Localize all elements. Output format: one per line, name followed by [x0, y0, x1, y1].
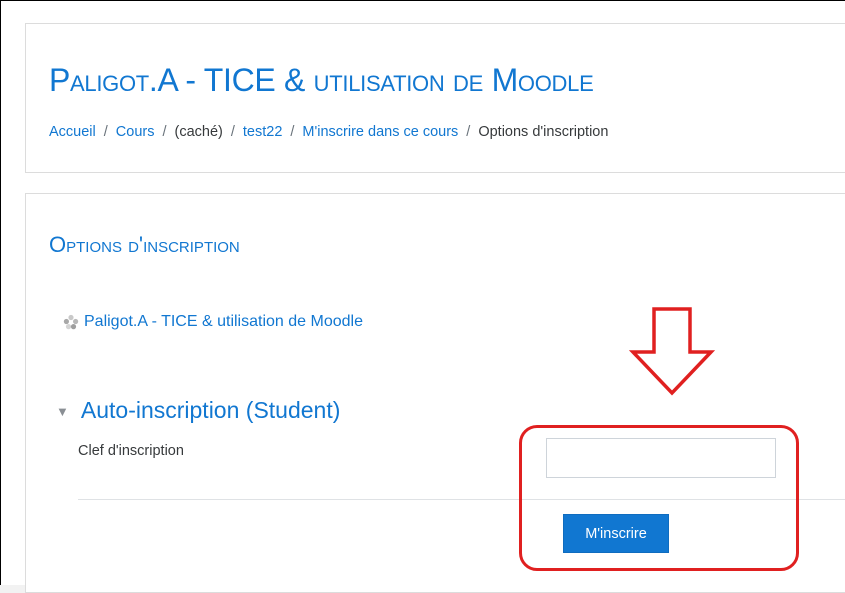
breadcrumb-separator: /: [162, 124, 167, 140]
course-link-label: Paligot.A - TICE & utilisation de Moodle: [84, 313, 363, 330]
section-title: Auto-inscription (Student): [80, 397, 341, 423]
breadcrumb-separator: /: [290, 124, 295, 140]
breadcrumb-item-hidden: (caché): [174, 124, 223, 140]
page-title: Options d'inscription: [49, 232, 240, 257]
breadcrumb-item-cours[interactable]: Cours: [116, 124, 155, 140]
caret-down-icon: ▼: [56, 404, 69, 419]
course-icon: [63, 314, 79, 330]
enrolment-key-label: Clef d'inscription: [78, 443, 184, 459]
breadcrumb-item-enrol[interactable]: M'inscrire dans ce cours: [302, 124, 458, 140]
breadcrumb-separator: /: [230, 124, 235, 140]
highlight-box: [519, 425, 799, 571]
section-toggle[interactable]: ▼ Auto-inscription (Student): [56, 397, 340, 424]
breadcrumb-item-current: Options d'inscription: [478, 124, 609, 140]
down-arrow-icon: [629, 307, 715, 396]
breadcrumb-separator: /: [466, 124, 471, 140]
page-header: Paligot.A - TICE & utilisation de Moodle…: [25, 23, 845, 173]
breadcrumb: Accueil / Cours / (caché) / test22 / M'inscrire …: [49, 124, 608, 140]
breadcrumb-item-test22[interactable]: test22: [243, 124, 283, 140]
page-frame: Paligot.A - TICE & utilisation de Moodle…: [0, 0, 845, 593]
breadcrumb-item-accueil[interactable]: Accueil: [49, 124, 96, 140]
course-link[interactable]: Paligot.A - TICE & utilisation de Moodle: [63, 313, 363, 331]
breadcrumb-separator: /: [103, 124, 108, 140]
site-title[interactable]: Paligot.A - TICE & utilisation de Moodle: [49, 62, 594, 99]
